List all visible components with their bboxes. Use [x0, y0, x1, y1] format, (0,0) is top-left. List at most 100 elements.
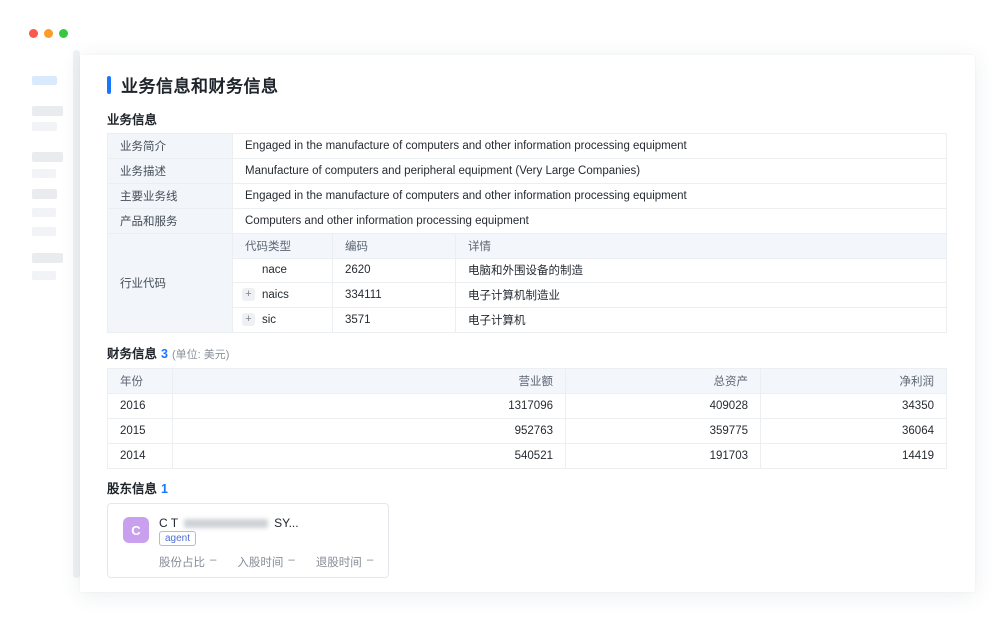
sidebar-item-active[interactable] — [32, 76, 57, 85]
cell-code-type: nace — [233, 259, 333, 283]
cell-profit: 36064 — [761, 419, 946, 443]
close-button[interactable] — [29, 29, 38, 38]
cell-year: 2016 — [108, 394, 173, 418]
row-label: 产品和服务 — [108, 209, 233, 233]
cell-profit: 34350 — [761, 394, 946, 418]
stat-label: 股份占比 — [159, 554, 205, 570]
financial-table: 年份 营业额 总资产 净利润 2016 1317096 409028 34350… — [107, 368, 947, 469]
column-header: 编码 — [333, 234, 456, 258]
sidebar-item[interactable] — [32, 189, 57, 199]
expand-button[interactable]: + — [242, 288, 255, 301]
table-row: nace 2620 电脑和外围设备的制造 — [233, 259, 946, 284]
cell-assets: 409028 — [566, 394, 761, 418]
cell-code-type: + sic — [233, 308, 333, 333]
stat-value: – — [288, 554, 294, 570]
sidebar-item[interactable] — [32, 227, 56, 236]
financial-info-heading-text: 财务信息 — [107, 347, 157, 361]
shareholder-info-heading: 股东信息 1 — [107, 478, 168, 497]
row-value: Manufacture of computers and peripheral … — [233, 159, 946, 183]
cell-code: 3571 — [333, 308, 456, 333]
title-accent-bar — [107, 76, 111, 94]
stat-value: – — [210, 554, 216, 570]
table-row: 2014 540521 191703 14419 — [108, 444, 946, 469]
cell-detail: 电子计算机 — [456, 308, 946, 333]
cell-revenue: 1317096 — [173, 394, 566, 418]
row-value: Engaged in the manufacture of computers … — [233, 184, 946, 208]
sidebar-item[interactable] — [32, 208, 56, 217]
row-label: 业务简介 — [108, 134, 233, 158]
row-label: 业务描述 — [108, 159, 233, 183]
cell-revenue: 540521 — [173, 444, 566, 468]
sidebar-item[interactable] — [32, 106, 63, 116]
cell-profit: 14419 — [761, 444, 946, 468]
code-type-text: naics — [262, 289, 289, 301]
cell-revenue: 952763 — [173, 419, 566, 443]
window-controls — [29, 29, 68, 38]
shareholder-card: C C T SY... agent 股份占比 – 入股时间 – 退股时间 – — [107, 503, 389, 578]
cell-year: 2014 — [108, 444, 173, 468]
table-row: 业务描述 Manufacture of computers and periph… — [108, 159, 946, 184]
cell-code: 334111 — [333, 283, 456, 307]
row-value: Computers and other information processi… — [233, 209, 946, 233]
business-info-heading-text: 业务信息 — [107, 113, 157, 127]
row-label: 行业代码 — [108, 234, 233, 332]
agent-badge: agent — [159, 531, 196, 546]
zoom-button[interactable] — [59, 29, 68, 38]
business-info-heading: 业务信息 — [107, 109, 157, 128]
financial-table-header: 年份 营业额 总资产 净利润 — [108, 369, 946, 394]
table-row: + sic 3571 电子计算机 — [233, 308, 946, 333]
stat-value: – — [367, 554, 373, 570]
cell-code-type: + naics — [233, 283, 333, 307]
page-title: 业务信息和财务信息 — [107, 72, 279, 97]
industry-codes-table: 代码类型 编码 详情 nace 2620 电脑和外围设备的制造 + naics … — [233, 234, 946, 332]
shareholder-stats: 股份占比 – 入股时间 – 退股时间 – — [159, 554, 373, 570]
industry-codes-header: 代码类型 编码 详情 — [233, 234, 946, 259]
name-prefix: C T — [159, 516, 178, 530]
column-header: 总资产 — [566, 369, 761, 393]
cell-detail: 电脑和外围设备的制造 — [456, 259, 946, 283]
sidebar-item[interactable] — [32, 253, 63, 263]
stat-join-date: 入股时间 – — [237, 554, 294, 570]
business-info-table: 业务简介 Engaged in the manufacture of compu… — [107, 133, 947, 333]
page-title-text: 业务信息和财务信息 — [121, 72, 279, 97]
stat-label: 入股时间 — [237, 554, 283, 570]
row-label: 主要业务线 — [108, 184, 233, 208]
stat-label: 退股时间 — [316, 554, 362, 570]
table-row: + naics 334111 电子计算机制造业 — [233, 283, 946, 308]
sidebar-item[interactable] — [32, 271, 56, 280]
column-header: 详情 — [456, 234, 946, 258]
shareholder-count-badge: 1 — [161, 482, 168, 496]
code-type-text: sic — [262, 314, 276, 326]
table-row: 产品和服务 Computers and other information pr… — [108, 209, 946, 234]
panel-divider — [73, 50, 80, 578]
content-panel: 业务信息和财务信息 业务信息 业务简介 Engaged in the manuf… — [80, 55, 975, 592]
stat-exit-date: 退股时间 – — [316, 554, 373, 570]
column-header: 年份 — [108, 369, 173, 393]
sidebar-item[interactable] — [32, 169, 56, 178]
minimize-button[interactable] — [44, 29, 53, 38]
stat-share-ratio: 股份占比 – — [159, 554, 216, 570]
column-header: 代码类型 — [233, 234, 333, 258]
financial-count-badge: 3 — [161, 347, 168, 361]
table-row: 2016 1317096 409028 34350 — [108, 394, 946, 419]
column-header: 净利润 — [761, 369, 946, 393]
cell-detail: 电子计算机制造业 — [456, 283, 946, 307]
shareholder-name: C T SY... — [159, 516, 299, 530]
industry-codes-row: 行业代码 代码类型 编码 详情 nace 2620 电脑和外围设备的制造 + n… — [108, 234, 946, 333]
unit-note: (单位: 美元) — [172, 349, 229, 361]
cell-year: 2015 — [108, 419, 173, 443]
shareholder-info-heading-text: 股东信息 — [107, 482, 157, 496]
cell-code: 2620 — [333, 259, 456, 283]
table-row: 业务简介 Engaged in the manufacture of compu… — [108, 134, 946, 159]
name-suffix: SY... — [274, 516, 298, 530]
expand-button[interactable]: + — [242, 313, 255, 326]
table-row: 2015 952763 359775 36064 — [108, 419, 946, 444]
financial-info-heading: 财务信息 3 (单位: 美元) — [107, 343, 229, 362]
row-value: Engaged in the manufacture of computers … — [233, 134, 946, 158]
sidebar-item[interactable] — [32, 122, 57, 131]
shareholder-avatar: C — [123, 517, 149, 543]
cell-assets: 191703 — [566, 444, 761, 468]
table-row: 主要业务线 Engaged in the manufacture of comp… — [108, 184, 946, 209]
sidebar-item[interactable] — [32, 152, 63, 162]
column-header: 营业额 — [173, 369, 566, 393]
